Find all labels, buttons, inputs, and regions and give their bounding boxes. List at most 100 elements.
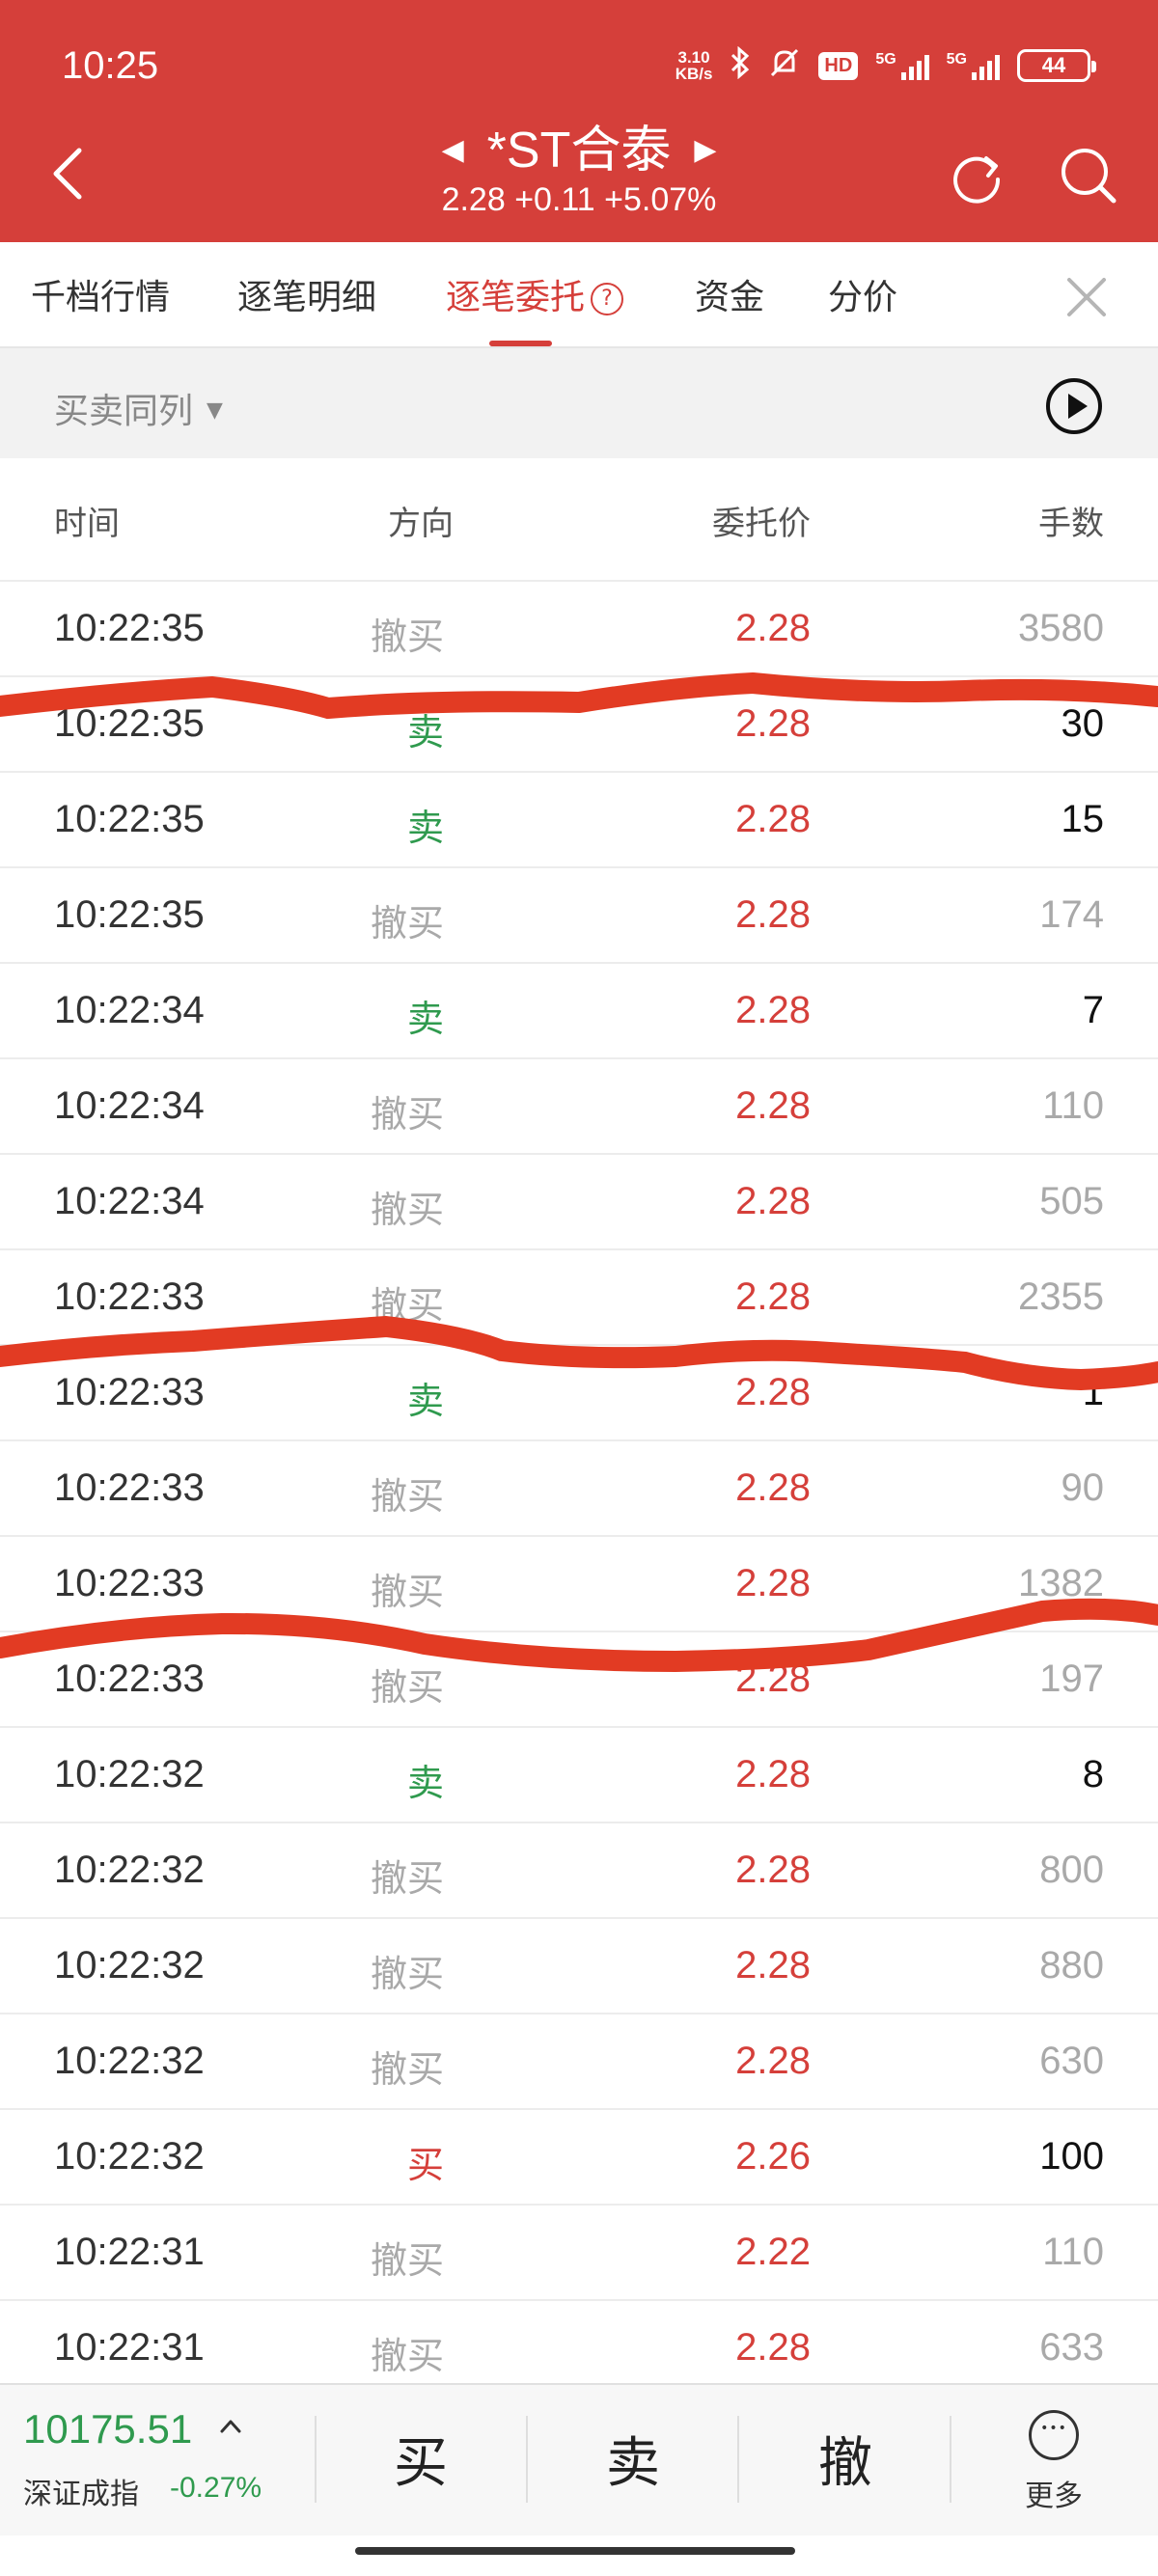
divider	[315, 2416, 317, 2503]
sim2-network-type: 5G	[946, 51, 967, 68]
sell-button[interactable]: 卖	[575, 2420, 691, 2498]
app-header: 10:25 3.10 KB/s HD 5G 5G 44 ◀ *ST合泰 ▶ 2.…	[0, 0, 1158, 242]
table-row: 10:22:32 卖 2.28 8	[0, 1726, 1158, 1822]
chevron-up-icon[interactable]	[218, 2414, 243, 2439]
active-tab-indicator	[489, 341, 552, 346]
home-indicator[interactable]	[355, 2547, 795, 2555]
row-price: 2.28	[735, 1944, 811, 1987]
row-direction: 撤买	[370, 1189, 444, 1231]
row-direction: 撤买	[370, 2239, 444, 2282]
table-row: 10:22:35 撤买 2.28 3580	[0, 580, 1158, 675]
row-time: 10:22:33	[54, 1562, 205, 1604]
prev-stock-icon[interactable]: ◀	[442, 120, 464, 181]
table-header: 时间 方向 委托价 手数	[0, 458, 1158, 576]
row-quantity: 800	[1039, 1849, 1104, 1891]
row-direction: 撤买	[370, 1284, 444, 1327]
row-direction: 撤买	[370, 1093, 444, 1136]
mute-bell-icon	[768, 46, 801, 85]
row-quantity: 880	[1039, 1944, 1104, 1987]
tab-trade-detail[interactable]: 逐笔明细	[237, 269, 376, 319]
divider	[950, 2416, 951, 2503]
help-icon[interactable]: ?	[591, 282, 624, 315]
row-quantity: 110	[1042, 1084, 1104, 1127]
row-price: 2.26	[735, 2135, 811, 2178]
more-icon[interactable]	[1029, 2410, 1079, 2460]
row-quantity: 2355	[1018, 1275, 1104, 1318]
stock-quote: 2.28 +0.11 +5.07%	[441, 181, 717, 218]
row-direction: 卖	[406, 1762, 444, 1804]
column-direction: 方向	[388, 505, 454, 543]
table-row: 10:22:31 撤买 2.28 633	[0, 2299, 1158, 2395]
index-name: 深证成指	[23, 2478, 139, 2511]
tab-capital[interactable]: 资金	[695, 269, 764, 319]
row-price: 2.28	[735, 607, 811, 649]
row-direction: 卖	[406, 998, 444, 1040]
row-price: 2.28	[735, 1562, 811, 1604]
table-row: 10:22:34 卖 2.28 7	[0, 962, 1158, 1057]
tab-price-distribution[interactable]: 分价	[828, 269, 897, 319]
next-stock-icon[interactable]: ▶	[694, 120, 716, 181]
net-speed-value: 3.10	[677, 48, 710, 67]
row-time: 10:22:32	[54, 1849, 205, 1891]
buy-button[interactable]: 买	[363, 2420, 479, 2498]
play-icon[interactable]	[1046, 378, 1102, 434]
search-icon[interactable]	[1058, 145, 1119, 206]
row-price: 2.28	[735, 1275, 811, 1318]
status-time: 10:25	[62, 44, 159, 87]
table-row: 10:22:34 撤买 2.28 110	[0, 1057, 1158, 1153]
row-price: 2.28	[735, 1084, 811, 1127]
refresh-icon[interactable]	[948, 147, 1006, 205]
order-list: 10:22:35 撤买 2.28 3580 10:22:35 卖 2.28 30 10:22:3…	[0, 580, 1158, 2395]
sim1-network-type: 5G	[875, 51, 896, 68]
table-row: 10:22:33 撤买 2.28 90	[0, 1439, 1158, 1535]
table-row: 10:22:33 撤买 2.28 2355	[0, 1248, 1158, 1344]
row-direction: 撤买	[370, 2335, 444, 2377]
row-time: 10:22:33	[54, 1371, 205, 1413]
row-price: 2.28	[735, 989, 811, 1031]
battery-level: 44	[1041, 53, 1066, 77]
table-row: 10:22:32 买 2.26 100	[0, 2108, 1158, 2204]
row-price: 2.28	[735, 1753, 811, 1795]
index-change: -0.27%	[170, 2472, 262, 2504]
hd-voice-badge: HD	[818, 51, 859, 80]
row-time: 10:22:31	[54, 2326, 205, 2369]
signal-icon-sim2: 5G	[947, 51, 1000, 80]
table-row: 10:22:32 撤买 2.28 630	[0, 2013, 1158, 2108]
row-direction: 撤买	[370, 2048, 444, 2091]
index-value[interactable]: 10175.51	[23, 2406, 192, 2453]
row-price: 2.28	[735, 1658, 811, 1700]
tab-bar: 千档行情 逐笔明细 逐笔委托? 资金 分价	[0, 242, 1158, 348]
row-price: 2.28	[735, 1466, 811, 1509]
tab-order-book[interactable]: 千档行情	[31, 269, 170, 319]
row-time: 10:22:34	[54, 989, 205, 1031]
more-button[interactable]: 更多	[1025, 2472, 1083, 2514]
status-icons: 3.10 KB/s HD 5G 5G 44	[676, 45, 1096, 85]
row-time: 10:22:31	[54, 2231, 205, 2273]
row-quantity: 505	[1039, 1180, 1104, 1222]
row-time: 10:22:35	[54, 798, 205, 840]
row-time: 10:22:33	[54, 1466, 205, 1509]
row-time: 10:22:32	[54, 1753, 205, 1795]
row-quantity: 7	[1082, 989, 1104, 1031]
table-row: 10:22:32 撤买 2.28 880	[0, 1917, 1158, 2013]
cancel-order-button[interactable]: 撤	[787, 2420, 903, 2498]
filter-dropdown[interactable]: 买卖同列 ▼	[54, 383, 223, 433]
column-quantity: 手数	[1038, 505, 1104, 543]
row-direction: 撤买	[370, 902, 444, 945]
row-direction: 买	[406, 2144, 444, 2186]
row-time: 10:22:34	[54, 1084, 205, 1127]
table-row: 10:22:33 卖 2.28 1	[0, 1344, 1158, 1439]
divider	[737, 2416, 739, 2503]
tab-order-detail[interactable]: 逐笔委托?	[446, 269, 624, 319]
column-time: 时间	[54, 505, 120, 543]
back-arrow-icon[interactable]	[50, 145, 85, 203]
table-row: 10:22:31 撤买 2.22 110	[0, 2204, 1158, 2299]
close-icon[interactable]	[1063, 274, 1110, 320]
row-time: 10:22:32	[54, 2135, 205, 2178]
stock-title-block: ◀ *ST合泰 ▶ 2.28 +0.11 +5.07%	[290, 120, 868, 219]
table-row: 10:22:35 撤买 2.28 174	[0, 866, 1158, 962]
signal-icon-sim1: 5G	[875, 51, 929, 80]
row-quantity: 15	[1061, 798, 1105, 840]
row-direction: 撤买	[370, 616, 444, 658]
table-row: 10:22:33 撤买 2.28 1382	[0, 1535, 1158, 1631]
